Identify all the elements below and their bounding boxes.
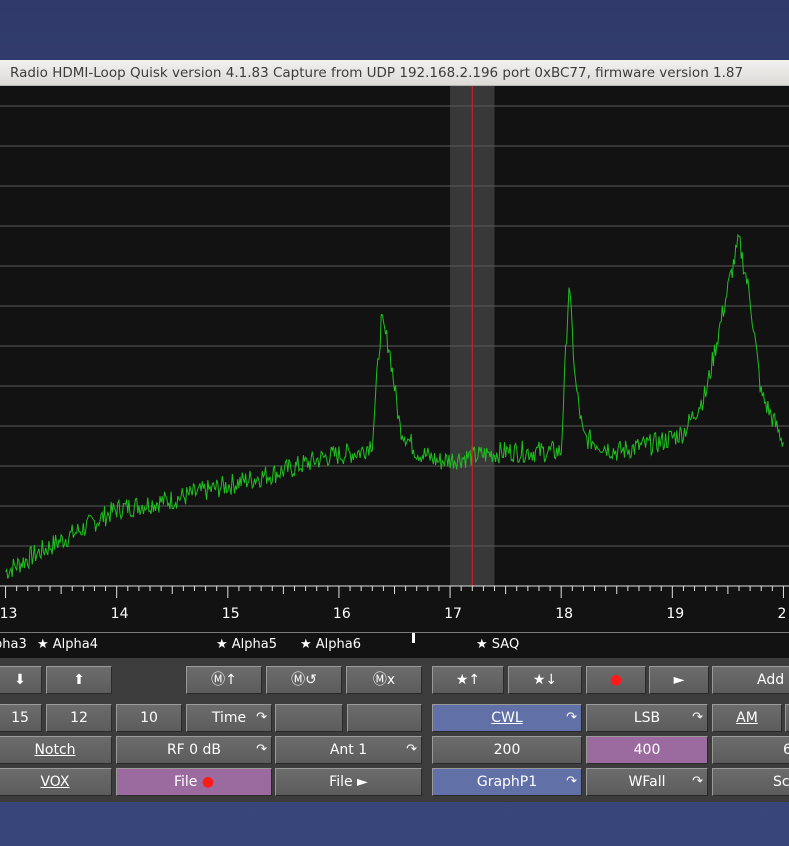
time-label: Time <box>211 710 247 726</box>
rf-gain-button[interactable]: RF 0 dB ↷ <box>116 736 272 764</box>
antenna-button[interactable]: Ant 1 ↷ <box>275 736 422 764</box>
cycle-icon: ↷ <box>692 710 703 725</box>
antenna-label: Ant 1 <box>329 742 368 758</box>
title-bar[interactable]: Radio HDMI-Loop Quisk version 4.1.83 Cap… <box>0 60 789 86</box>
bandwidth-200-button[interactable]: 200 <box>432 736 582 764</box>
file-label: File <box>173 774 198 790</box>
up-arrow-icon: ⬆ <box>73 672 85 688</box>
file-play-label: File ► <box>329 774 368 790</box>
cycle-icon: ↷ <box>566 710 577 725</box>
waterfall-label: WFall <box>628 774 666 790</box>
mode-lsb-button[interactable]: LSB ↷ <box>586 704 708 732</box>
scope-button[interactable]: Sc <box>712 768 789 796</box>
tuning-marker <box>412 633 415 643</box>
memory-save-button[interactable]: Ⓜ↑ <box>186 666 262 694</box>
bandwidth-label: 6 <box>783 742 789 758</box>
record-dot-icon: ● <box>609 672 623 688</box>
record-dot-icon: ● <box>201 774 215 790</box>
x-tick-label: 2 <box>777 606 786 622</box>
rf-label: RF 0 dB <box>166 742 222 758</box>
station-label[interactable]: ★ SAQ <box>476 637 519 652</box>
cycle-icon: ↷ <box>256 742 267 757</box>
empty-button[interactable] <box>347 704 422 732</box>
notch-label: Notch <box>34 742 76 758</box>
lsb-label: LSB <box>633 710 661 726</box>
control-panel: ⬇ ⬆ Ⓜ↑ Ⓜ↺ Ⓜx ★↑ ★↓ ● ► Add I 15 12 10 Ti… <box>0 658 789 802</box>
mode-button-partial[interactable] <box>785 704 789 732</box>
memory-delete-button[interactable]: Ⓜx <box>346 666 422 694</box>
add-button[interactable]: Add I <box>712 666 789 694</box>
vox-button[interactable]: VOX <box>0 768 112 796</box>
band-label: 10 <box>140 710 158 726</box>
band-label: 12 <box>70 710 88 726</box>
station-label[interactable]: ★ Alpha4 <box>37 637 98 652</box>
x-tick-label: 15 <box>222 606 240 622</box>
memory-recall-icon: Ⓜ↺ <box>291 672 317 688</box>
band-10-button[interactable]: 10 <box>116 704 182 732</box>
star-down-icon: ★↓ <box>532 672 558 688</box>
favorite-up-button[interactable]: ★↑ <box>432 666 504 694</box>
window-title: Radio HDMI-Loop Quisk version 4.1.83 Cap… <box>10 65 744 81</box>
x-tick-label: 19 <box>666 606 684 622</box>
cwl-label: CWL <box>491 710 523 726</box>
mode-cwl-button[interactable]: CWL ↷ <box>432 704 582 732</box>
memory-delete-icon: Ⓜx <box>372 672 396 688</box>
play-button[interactable]: ► <box>649 666 709 694</box>
memory-up-icon: Ⓜ↑ <box>211 672 237 688</box>
band-15-button[interactable]: 15 <box>0 704 42 732</box>
notch-button[interactable]: Notch <box>0 736 112 764</box>
scope-label: Sc <box>773 774 789 790</box>
x-tick-label: 14 <box>111 606 129 622</box>
cycle-icon: ↷ <box>692 774 703 789</box>
band-label: 15 <box>11 710 29 726</box>
empty-button[interactable] <box>275 704 343 732</box>
cycle-icon: ↷ <box>406 742 417 757</box>
bandwidth-label: 200 <box>493 742 521 758</box>
graph-button[interactable]: GraphP1 ↷ <box>432 768 582 796</box>
graph-label: GraphP1 <box>476 774 538 790</box>
play-icon: ► <box>673 672 685 688</box>
spectrum-svg[interactable]: 13 14 15 16 17 18 19 2 <box>0 86 789 632</box>
record-button[interactable]: ● <box>586 666 646 694</box>
bandwidth-400-button[interactable]: 400 <box>586 736 708 764</box>
down-arrow-icon: ⬇ <box>14 672 26 688</box>
quisk-window: Radio HDMI-Loop Quisk version 4.1.83 Cap… <box>0 60 789 802</box>
freq-down-button[interactable]: ⬇ <box>0 666 42 694</box>
station-label[interactable]: ★ Alpha5 <box>216 637 277 652</box>
am-label: AM <box>736 710 758 726</box>
band-time-button[interactable]: Time ↷ <box>186 704 272 732</box>
x-tick-label: 18 <box>555 606 573 622</box>
cycle-icon: ↷ <box>566 774 577 789</box>
waterfall-button[interactable]: WFall ↷ <box>586 768 708 796</box>
station-label[interactable]: ★ Alpha6 <box>300 637 361 652</box>
mode-am-button[interactable]: AM <box>712 704 782 732</box>
file-play-button[interactable]: File ► <box>275 768 422 796</box>
memory-recall-button[interactable]: Ⓜ↺ <box>266 666 342 694</box>
freq-up-button[interactable]: ⬆ <box>46 666 112 694</box>
bandwidth-label: 400 <box>633 742 661 758</box>
band-12-button[interactable]: 12 <box>46 704 112 732</box>
spectrum-graph[interactable]: 13 14 15 16 17 18 19 2 <box>0 86 789 632</box>
station-label[interactable]: pha3 <box>0 637 27 652</box>
add-button-label: Add I <box>757 672 789 688</box>
file-record-button[interactable]: File ● <box>116 768 272 796</box>
x-tick-label: 16 <box>333 606 351 622</box>
x-tick-label: 13 <box>0 606 17 622</box>
vox-label: VOX <box>40 774 70 790</box>
bandwidth-partial-button[interactable]: 6 <box>712 736 789 764</box>
station-bar: pha3 ★ Alpha4 ★ Alpha5 ★ Alpha6 ★ SAQ <box>0 632 789 659</box>
x-tick-label: 17 <box>444 606 462 622</box>
favorite-down-button[interactable]: ★↓ <box>508 666 582 694</box>
cycle-icon: ↷ <box>256 710 267 725</box>
star-up-icon: ★↑ <box>455 672 481 688</box>
spectrum-trace <box>5 233 784 579</box>
